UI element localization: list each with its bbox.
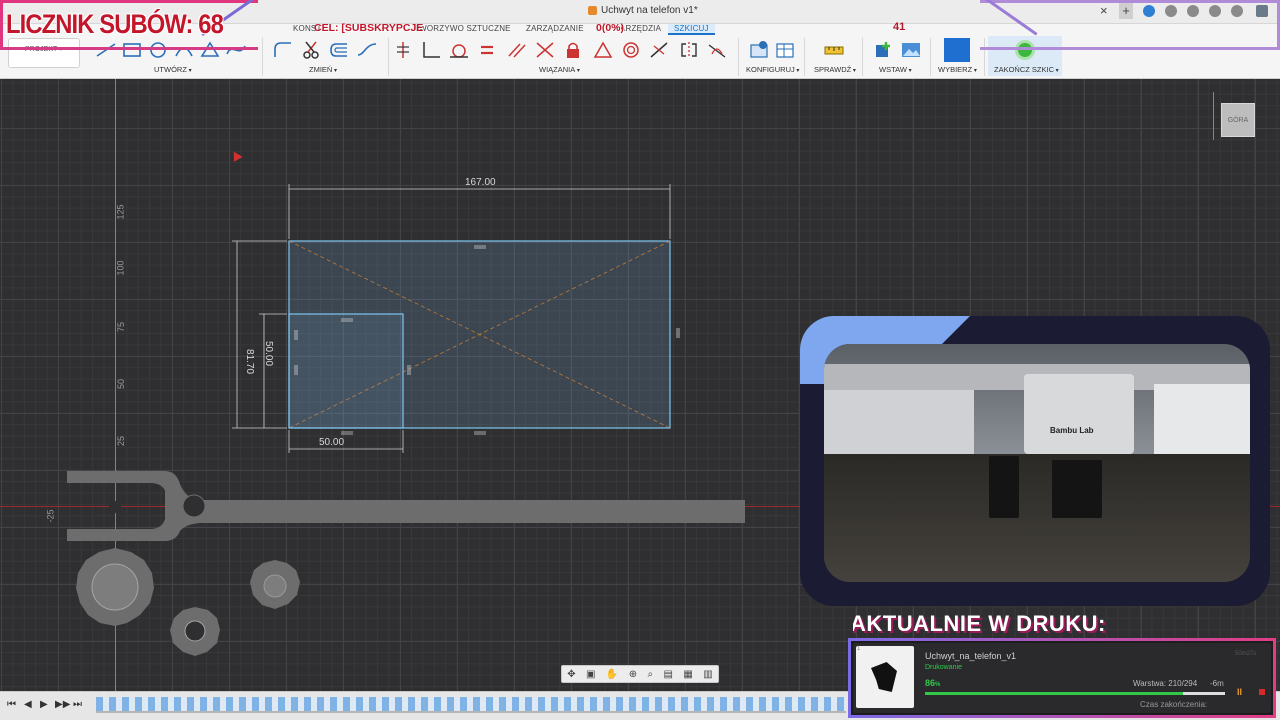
curvature-constraint-icon[interactable] — [706, 40, 728, 60]
insert-component-icon[interactable] — [872, 40, 894, 60]
print-stop-button[interactable] — [1259, 689, 1265, 695]
equal-constraint-icon[interactable] — [476, 40, 498, 60]
concentric-constraint-icon[interactable] — [620, 40, 642, 60]
dimension-inner-height[interactable] — [259, 313, 287, 428]
document-title-text: Uchwyt na telefon v1* — [601, 5, 698, 16]
print-thumbnail — [856, 646, 914, 708]
viewports-icon[interactable]: ▥ — [703, 669, 712, 680]
ribbon-separator — [804, 38, 805, 76]
parameters-icon[interactable] — [748, 40, 770, 60]
grid-icon[interactable]: ▦ — [683, 669, 692, 680]
dimension-inner-height-text[interactable]: 50.00 — [263, 341, 274, 366]
midpoint-constraint-icon[interactable] — [648, 40, 670, 60]
print-progress-bar — [925, 692, 1225, 695]
now-printing-title: AKTUALNIE W DRUKU: — [850, 611, 1106, 636]
camera-left-wall — [824, 390, 974, 460]
dimension-inner-width-text[interactable]: 50.00 — [319, 437, 344, 448]
dimension-height-left-text[interactable]: 81.70 — [244, 349, 255, 374]
print-progress-percent: 86% — [925, 678, 941, 688]
camera-toolhead — [1024, 374, 1134, 454]
print-layer-count: Warstwa: 210/294 — [1133, 679, 1198, 688]
camera-print-bed — [824, 454, 1250, 582]
group-select-label[interactable]: WYBIERZ — [938, 65, 977, 74]
ribbon-separator — [388, 38, 389, 76]
timeline-play-button[interactable]: ▶ — [40, 699, 48, 710]
timeline-first-button[interactable]: ⏮ — [7, 699, 16, 710]
group-constraints-label[interactable]: WIĄZANIA — [539, 65, 580, 74]
coincident-constraint-icon[interactable] — [392, 40, 414, 60]
inner-square[interactable] — [288, 313, 404, 429]
knob-medium[interactable] — [250, 560, 300, 609]
existing-body[interactable] — [67, 471, 745, 541]
ribbon-separator — [862, 38, 863, 76]
timeline-last-button[interactable]: ⏭ — [73, 699, 82, 710]
group-modify-label[interactable]: ZMIEŃ — [309, 65, 337, 74]
subscription-goal-count: 0(0%) — [596, 22, 625, 34]
print-remaining-time: -6m — [1210, 679, 1224, 688]
dimension-width-top-text[interactable]: 167.00 — [465, 177, 496, 188]
timeline-prev-button[interactable]: ◀ — [24, 699, 32, 710]
configure-table-icon[interactable] — [774, 40, 796, 60]
zoom-icon[interactable]: ⌕ — [648, 669, 654, 680]
tangent-constraint-icon[interactable] — [448, 40, 470, 60]
printer-camera-feed: Bambu Lab — [824, 344, 1250, 582]
group-configure-label[interactable]: KONFIGURUJ — [746, 65, 799, 74]
symmetry-constraint-icon[interactable] — [678, 40, 700, 60]
parallel-constraint-icon[interactable] — [506, 40, 528, 60]
overlay-counter-number: 41 — [893, 21, 906, 33]
camera-printed-part — [989, 456, 1019, 518]
document-cube-icon — [588, 6, 597, 15]
select-tool-icon[interactable] — [944, 38, 970, 62]
camera-printer-brand: Bambu Lab — [1050, 426, 1094, 435]
group-create-label[interactable]: UTWÓRZ — [154, 65, 192, 74]
timeline-features[interactable] — [96, 697, 846, 713]
print-progress-fill — [925, 692, 1183, 695]
dimension-width-top[interactable] — [288, 184, 671, 239]
tab-sketch[interactable]: SZKICUJ — [668, 24, 715, 35]
print-elapsed-time: 50m27s — [1235, 651, 1257, 657]
dimension-inner-width[interactable] — [288, 430, 404, 453]
measure-icon[interactable] — [823, 40, 845, 60]
insert-image-icon[interactable] — [900, 40, 922, 60]
subscriber-counter: LICZNIK SUBÓW: 68 — [6, 9, 224, 39]
trim-scissors-icon[interactable] — [300, 40, 322, 60]
perpendicular-constraint-icon[interactable] — [420, 40, 442, 60]
triangle-constraint-icon[interactable] — [592, 40, 614, 60]
ribbon-separator — [262, 38, 263, 76]
knob-large[interactable] — [76, 548, 154, 626]
fix-lock-icon[interactable] — [562, 40, 584, 60]
display-icon[interactable]: ▤ — [664, 669, 673, 680]
move-copy-icon[interactable] — [356, 40, 378, 60]
navigation-bar: ✥ ▣ ✋ ⊕ ⌕ ▤ ▦ ▥ — [561, 665, 719, 683]
zoom-fit-icon[interactable]: ⊕ — [629, 669, 637, 680]
print-job-index: 1 — [857, 646, 861, 652]
dimension-height-left[interactable] — [232, 240, 287, 429]
fillet-tool-icon[interactable] — [272, 40, 294, 60]
knob-small[interactable] — [170, 607, 220, 656]
tab-manage[interactable]: ZARZĄDZANIE — [526, 24, 584, 33]
orbit-icon[interactable]: ✥ — [567, 669, 575, 680]
group-inspect-label[interactable]: SPRAWDŹ — [814, 65, 856, 74]
print-end-time-label: Czas zakończenia: — [1140, 700, 1208, 709]
group-insert-label[interactable]: WSTAW — [879, 65, 912, 74]
pan-hand-icon[interactable]: ✋ — [606, 669, 618, 680]
camera-printed-part — [1052, 460, 1102, 518]
ribbon-separator — [930, 38, 931, 76]
tab-plastic[interactable]: TWORZYWO SZTUCZNE — [414, 24, 511, 33]
print-pause-button[interactable]: II — [1237, 687, 1242, 697]
timeline-next-button[interactable]: ▶▶ — [55, 699, 70, 710]
subscription-goal-label: CEL: [SUBSKRYPCJE — [314, 22, 424, 34]
ribbon-separator — [738, 38, 739, 76]
print-status-card: 1 Uchwyt_na_telefon_v1 Drukowanie 50m27s… — [853, 643, 1271, 713]
print-job-status: Drukowanie — [925, 664, 962, 671]
document-title[interactable]: Uchwyt na telefon v1* — [588, 5, 698, 16]
collinear-constraint-icon[interactable] — [534, 40, 556, 60]
print-job-name: Uchwyt_na_telefon_v1 — [925, 651, 1017, 661]
print-model-preview — [871, 662, 897, 692]
camera-icon[interactable]: ▣ — [586, 669, 595, 680]
group-finish-sketch-label[interactable]: ZAKOŃCZ SZKIC — [994, 65, 1059, 74]
offset-tool-icon[interactable] — [328, 40, 350, 60]
